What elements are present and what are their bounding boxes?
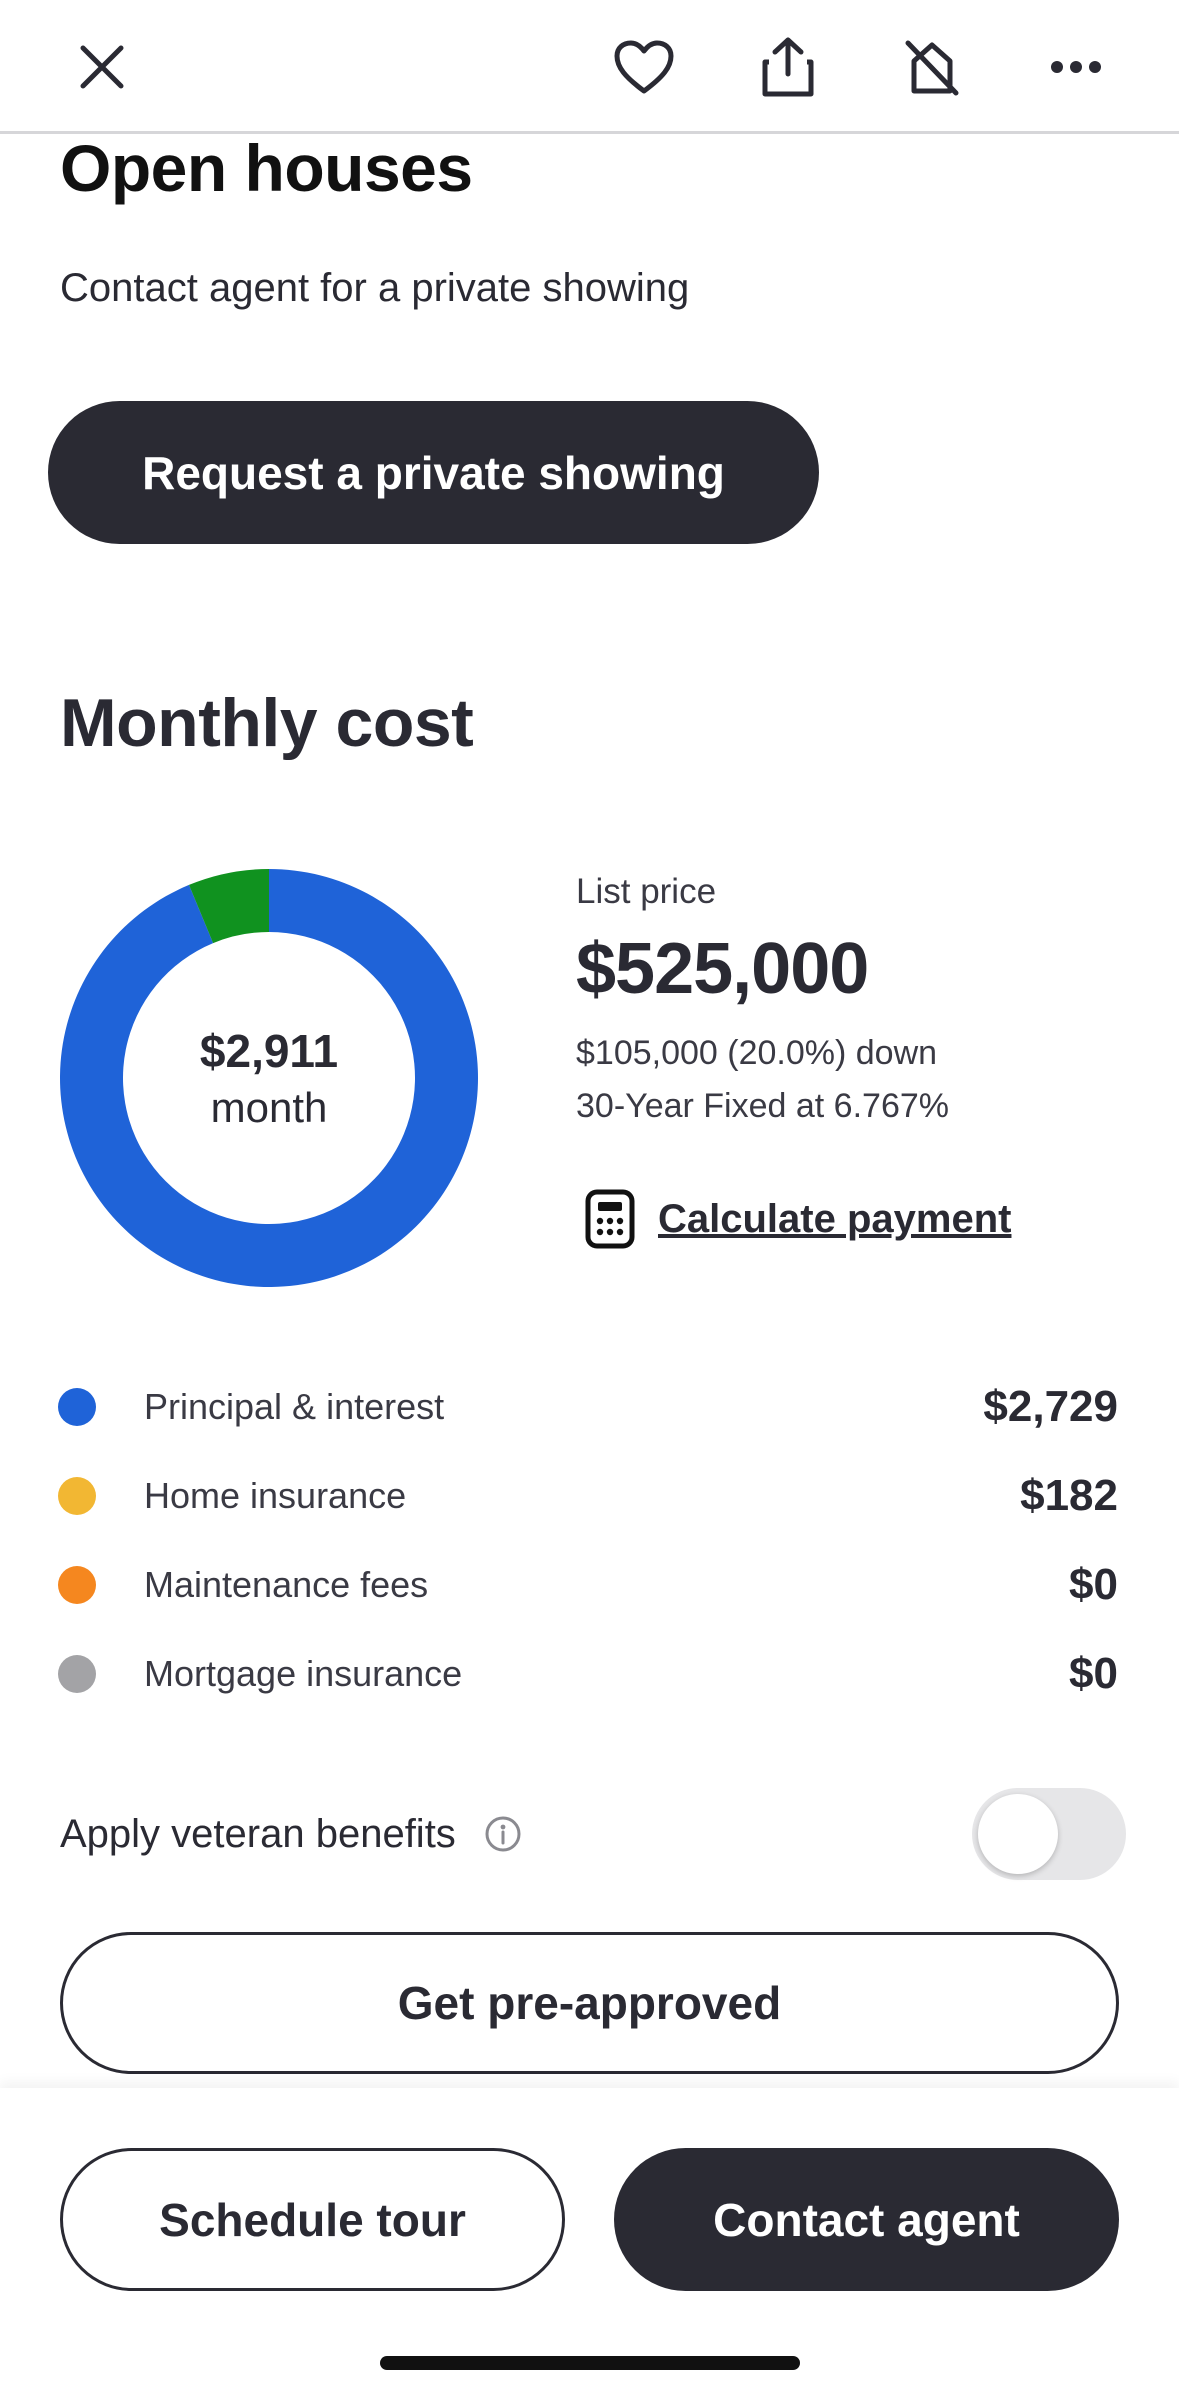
breakdown-label: Principal & interest	[144, 1385, 445, 1427]
heart-icon	[614, 40, 674, 94]
share-button[interactable]	[748, 30, 828, 104]
principal-interest-color-dot	[58, 1387, 96, 1426]
hide-listing-button[interactable]	[892, 30, 972, 104]
list-price-value: $525,000	[576, 929, 869, 1009]
breakdown-label: Mortgage insurance	[144, 1652, 463, 1694]
loan-terms-text: 30-Year Fixed at 6.767%	[576, 1087, 949, 1125]
monthly-cost-title: Monthly cost	[60, 685, 474, 761]
bottom-action-bar: Schedule tour Contact agent	[0, 2088, 1179, 2396]
close-button[interactable]	[62, 30, 142, 104]
info-icon	[485, 1816, 521, 1852]
close-icon	[80, 45, 124, 89]
breakdown-row-principal-interest: Principal & interest $2,729	[58, 1362, 1118, 1451]
price-summary: List price $525,000 $105,000 (20.0%) dow…	[576, 872, 949, 1126]
veteran-benefits-row: Apply veteran benefits	[60, 1786, 1126, 1882]
open-houses-subtitle: Contact agent for a private showing	[60, 266, 690, 310]
toggle-knob	[978, 1794, 1058, 1874]
info-button[interactable]	[484, 1815, 522, 1853]
maintenance-fees-color-dot	[58, 1565, 96, 1604]
list-price-label: List price	[576, 872, 717, 911]
donut-center: $2,911 month	[60, 869, 478, 1287]
home-indicator	[380, 2356, 800, 2370]
breakdown-value: $0	[1069, 1648, 1118, 1698]
breakdown-label: Maintenance fees	[144, 1563, 429, 1605]
calculator-icon	[585, 1189, 635, 1249]
breakdown-value: $182	[1020, 1470, 1118, 1520]
request-showing-button[interactable]: Request a private showing	[48, 401, 819, 544]
save-favorite-button[interactable]	[604, 30, 684, 104]
breakdown-value: $2,729	[983, 1381, 1118, 1431]
veteran-benefits-label: Apply veteran benefits	[60, 1811, 456, 1856]
more-options-button[interactable]	[1036, 30, 1116, 104]
breakdown-value: $0	[1069, 1559, 1118, 1609]
monthly-total-unit: month	[210, 1084, 328, 1131]
down-payment-text: $105,000 (20.0%) down	[576, 1034, 938, 1072]
mortgage-insurance-color-dot	[58, 1654, 96, 1693]
monthly-total-amount: $2,911	[199, 1025, 339, 1077]
schedule-tour-button[interactable]: Schedule tour	[60, 2148, 565, 2291]
calculate-payment-label: Calculate payment	[658, 1196, 1012, 1241]
top-bar	[0, 0, 1179, 134]
contact-agent-button[interactable]: Contact agent	[614, 2148, 1119, 2291]
open-houses-title: Open houses	[60, 131, 473, 205]
veteran-benefits-toggle[interactable]	[972, 1788, 1126, 1880]
share-icon	[762, 37, 814, 97]
get-preapproved-button[interactable]: Get pre-approved	[60, 1932, 1119, 2074]
breakdown-row-maintenance-fees: Maintenance fees $0	[58, 1540, 1118, 1629]
breakdown-row-mortgage-insurance: Mortgage insurance $0	[58, 1629, 1118, 1718]
calculate-payment-link[interactable]: Calculate payment	[584, 1188, 1011, 1250]
breakdown-row-home-insurance: Home insurance $182	[58, 1451, 1118, 1540]
breakdown-label: Home insurance	[144, 1474, 407, 1516]
more-icon	[1051, 61, 1101, 73]
hide-icon	[905, 40, 959, 96]
home-insurance-color-dot	[58, 1476, 96, 1515]
cost-breakdown-list: Principal & interest $2,729 Home insuran…	[58, 1362, 1118, 1718]
